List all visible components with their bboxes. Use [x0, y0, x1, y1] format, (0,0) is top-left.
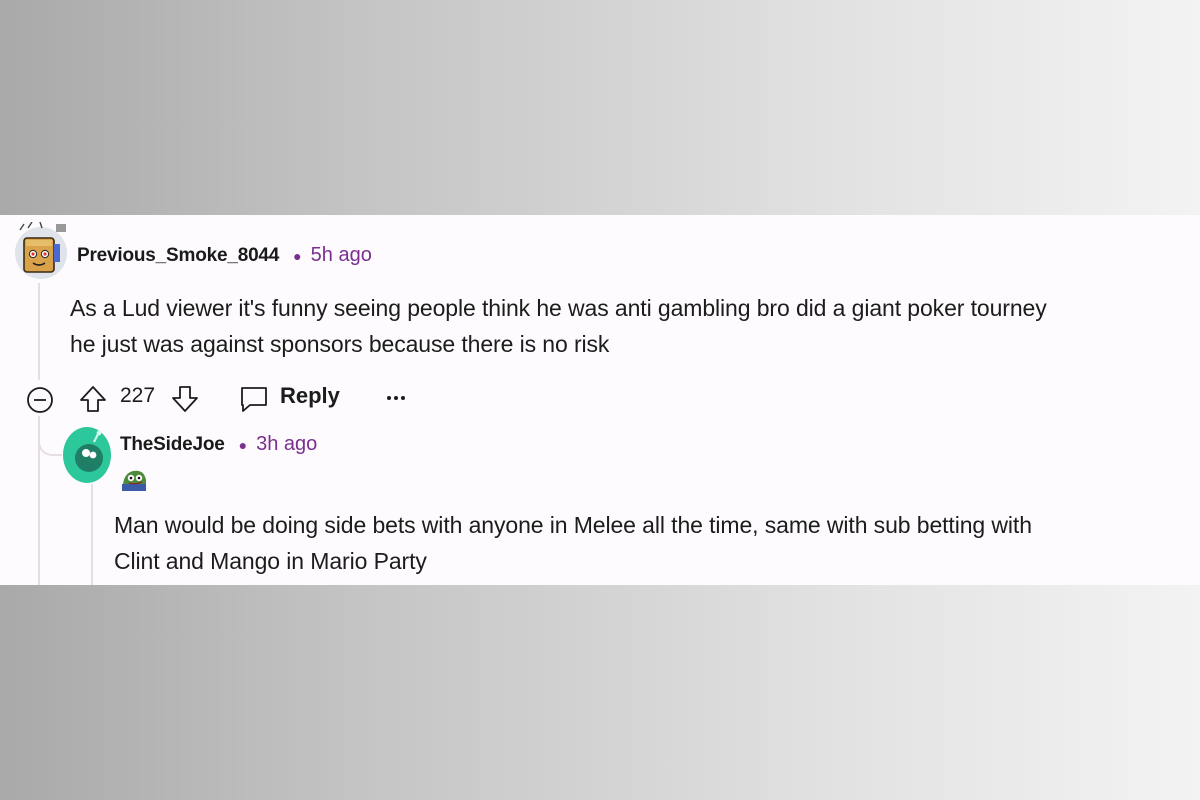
- reply-bubble-icon[interactable]: [238, 384, 270, 414]
- green-snoo-avatar-icon[interactable]: [62, 425, 112, 483]
- username-link[interactable]: Previous_Smoke_8044: [77, 245, 279, 267]
- thread-line-parent[interactable]: [38, 283, 40, 380]
- separator-dot: ●: [293, 247, 302, 264]
- vote-count: 227: [120, 384, 156, 407]
- reply-body-line: Man would be doing side bets with anyone…: [114, 512, 1032, 538]
- comment-body: As a Lud viewer it's funny seeing people…: [70, 290, 1047, 362]
- pepe-frog-flair-icon: [122, 470, 146, 491]
- upvote-arrow-icon[interactable]: [78, 384, 108, 414]
- more-options-icon[interactable]: [386, 394, 406, 402]
- robot-box-avatar-icon[interactable]: [12, 221, 70, 280]
- comment-body-line: As a Lud viewer it's funny seeing people…: [70, 295, 1047, 321]
- downvote-arrow-icon[interactable]: [170, 384, 200, 414]
- comment-action-bar: 227 Reply: [24, 380, 424, 416]
- reply-meta: TheSideJoe ● 3h ago: [120, 433, 317, 456]
- thread-line-reply[interactable]: [91, 484, 93, 585]
- comment-body-line: he just was against sponsors because the…: [70, 331, 610, 357]
- username-link[interactable]: TheSideJoe: [120, 434, 225, 456]
- comment-meta: Previous_Smoke_8044 ● 5h ago: [77, 244, 372, 267]
- reply-body-line: Clint and Mango in Mario Party: [114, 548, 427, 574]
- reply-body: Man would be doing side bets with anyone…: [114, 507, 1032, 579]
- separator-dot: ●: [238, 436, 248, 453]
- timestamp[interactable]: 3h ago: [256, 433, 317, 456]
- timestamp[interactable]: 5h ago: [311, 244, 372, 267]
- thread-branch-curve: [38, 430, 62, 456]
- reply-button[interactable]: Reply: [280, 383, 340, 409]
- collapse-thread-icon[interactable]: [26, 386, 54, 414]
